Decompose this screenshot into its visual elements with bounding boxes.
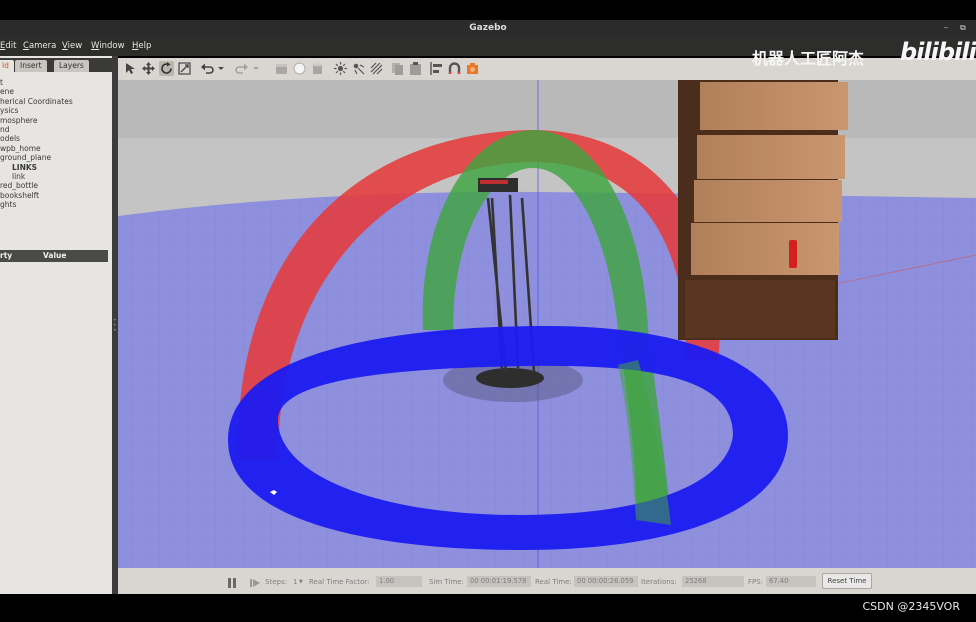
tree-item-link[interactable]: link bbox=[0, 172, 112, 181]
value-column-header: Value bbox=[43, 251, 67, 260]
world-tree: t ene herical Coordinates ysics mosphere… bbox=[0, 78, 112, 209]
undo-dropdown-icon[interactable] bbox=[217, 61, 225, 76]
redo-dropdown-icon[interactable] bbox=[252, 61, 260, 76]
real-time-label: Real Time: bbox=[535, 578, 572, 586]
tree-item-models[interactable]: odels bbox=[0, 134, 112, 143]
panel-tabs: ld Insert Layers bbox=[0, 58, 112, 72]
left-panel: ld Insert Layers t ene herical Coordinat… bbox=[0, 56, 112, 594]
splitter-grip-icon: • • • bbox=[113, 317, 117, 334]
tree-item-bookshelft[interactable]: bookshelft bbox=[0, 191, 112, 200]
property-header: rty Value bbox=[0, 250, 108, 262]
box-icon[interactable] bbox=[274, 61, 289, 76]
csdn-credit: CSDN @2345VOR bbox=[862, 600, 961, 613]
scene-render bbox=[118, 80, 976, 568]
iterations-value: 25268 bbox=[682, 576, 744, 587]
property-column-header: rty bbox=[0, 251, 13, 260]
select-arrow-icon[interactable] bbox=[123, 61, 138, 76]
3d-viewport[interactable] bbox=[118, 80, 976, 568]
bilibili-logo: bilibili bbox=[900, 38, 976, 66]
tree-item-spherical-coordinates[interactable]: herical Coordinates bbox=[0, 97, 112, 106]
step-icon[interactable] bbox=[249, 574, 261, 587]
red-bottle[interactable] bbox=[789, 240, 797, 268]
watermark-text: 机器人工匠阿杰 bbox=[752, 49, 865, 68]
menu-camera[interactable]: Camera bbox=[23, 41, 56, 51]
spot-light-icon[interactable] bbox=[351, 61, 366, 76]
real-time-factor-label: Real Time Factor: bbox=[309, 578, 370, 586]
fps-label: FPS: bbox=[748, 578, 764, 586]
undo-icon[interactable] bbox=[200, 61, 215, 76]
rotate-icon[interactable] bbox=[159, 61, 174, 76]
tab-layers[interactable]: Layers bbox=[54, 60, 89, 72]
restore-icon[interactable]: ⧉ bbox=[960, 23, 966, 33]
tree-item-scene[interactable]: ene bbox=[0, 87, 112, 96]
bookshelf-shelf-3 bbox=[694, 180, 842, 222]
bookshelf-base bbox=[685, 280, 835, 338]
snap-icon[interactable] bbox=[447, 61, 462, 76]
redo-icon[interactable] bbox=[234, 61, 249, 76]
menu-help[interactable]: Help bbox=[132, 41, 151, 51]
bookshelf-shelf-4 bbox=[691, 223, 839, 275]
title-bar: Gazebo – ⧉ bbox=[0, 20, 976, 38]
sim-time-value: 00 00:01:19.578 bbox=[467, 576, 531, 587]
bottom-black-bar: CSDN @2345VOR bbox=[0, 594, 976, 622]
tree-item-lights[interactable]: ghts bbox=[0, 200, 112, 209]
bookshelf-shelf-1 bbox=[700, 82, 848, 130]
window-title: Gazebo bbox=[469, 23, 507, 33]
directional-light-icon[interactable] bbox=[369, 61, 384, 76]
top-black-bar bbox=[0, 0, 976, 20]
minimize-icon[interactable]: – bbox=[944, 23, 948, 32]
fps-value: 67.40 bbox=[766, 576, 816, 587]
real-time-value: 00 00:00:26.059 bbox=[574, 576, 638, 587]
pause-icon[interactable] bbox=[226, 574, 238, 588]
sphere-icon[interactable] bbox=[292, 61, 307, 76]
reset-time-button[interactable]: Reset Time bbox=[822, 573, 872, 589]
menu-window[interactable]: Window bbox=[91, 41, 125, 51]
tree-item-atmosphere[interactable]: mosphere bbox=[0, 116, 112, 125]
bookshelf-shelf-2 bbox=[697, 135, 845, 179]
tree-item-wpb-home[interactable]: wpb_home bbox=[0, 144, 112, 153]
tree-item-red-bottle[interactable]: red_bottle bbox=[0, 181, 112, 190]
copy-icon[interactable] bbox=[390, 61, 405, 76]
steps-label: Steps: bbox=[265, 578, 287, 586]
cylinder-icon[interactable] bbox=[310, 61, 325, 76]
tree-item-links[interactable]: LINKS bbox=[0, 163, 112, 172]
point-light-icon[interactable] bbox=[333, 61, 348, 76]
real-time-factor-value: 1.00 bbox=[376, 576, 422, 587]
sim-time-label: Sim Time: bbox=[429, 578, 464, 586]
tree-item-gui[interactable]: t bbox=[0, 78, 112, 87]
robot-head-light bbox=[480, 180, 508, 184]
tree-item-wind[interactable]: nd bbox=[0, 125, 112, 134]
iterations-label: Iterations: bbox=[641, 578, 677, 586]
tree-item-ground-plane[interactable]: ground_plane bbox=[0, 153, 112, 162]
menu-edit[interactable]: Edit bbox=[0, 41, 16, 51]
status-bar: Steps: 1 ▼ Real Time Factor: 1.00 Sim Ti… bbox=[118, 568, 976, 594]
menu-view[interactable]: View bbox=[62, 41, 82, 51]
steps-dropdown-icon[interactable]: ▼ bbox=[299, 579, 303, 585]
tab-world[interactable]: ld bbox=[0, 60, 14, 72]
align-icon[interactable] bbox=[429, 61, 444, 76]
paste-icon[interactable] bbox=[408, 61, 423, 76]
tab-insert[interactable]: Insert bbox=[15, 60, 47, 72]
screenshot-icon[interactable] bbox=[465, 61, 480, 76]
translate-icon[interactable] bbox=[141, 61, 156, 76]
tree-item-physics[interactable]: ysics bbox=[0, 106, 112, 115]
scale-icon[interactable] bbox=[177, 61, 192, 76]
steps-value[interactable]: 1 bbox=[293, 578, 297, 586]
